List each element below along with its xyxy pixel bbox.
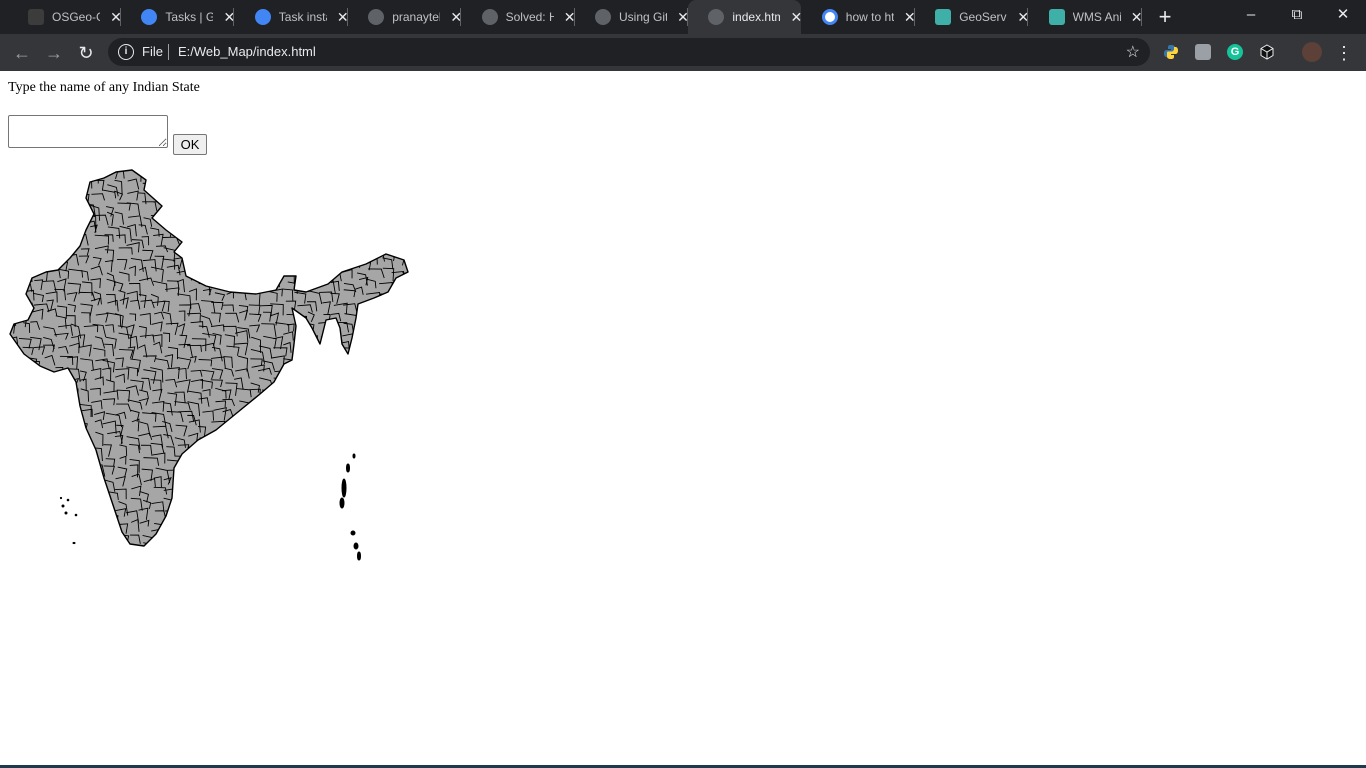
tab-title: pranaytek bbox=[392, 10, 441, 24]
new-tab-button[interactable]: + bbox=[1155, 6, 1175, 28]
island-shape bbox=[346, 463, 350, 473]
github-icon bbox=[481, 9, 498, 25]
gear-icon bbox=[141, 9, 158, 25]
github-icon bbox=[368, 9, 385, 25]
island-shape bbox=[341, 478, 347, 498]
grammarly-extension-icon[interactable]: G bbox=[1227, 44, 1243, 60]
tab-title: OSGeo-G bbox=[52, 10, 100, 24]
osgeo-icon bbox=[28, 9, 44, 25]
browser-tab[interactable]: Tasks | Go✕ bbox=[121, 0, 235, 34]
back-button[interactable]: ← bbox=[10, 41, 34, 65]
profile-avatar[interactable] bbox=[1302, 42, 1322, 62]
geoserver-icon bbox=[935, 9, 952, 25]
browser-tab[interactable]: how to ht ✕ bbox=[802, 0, 916, 34]
forward-button[interactable]: → bbox=[42, 41, 66, 65]
github-icon bbox=[595, 9, 611, 25]
cube-extension-icon[interactable] bbox=[1259, 44, 1275, 60]
browser-tab[interactable]: Task insta✕ bbox=[235, 0, 349, 34]
island-shape bbox=[61, 504, 65, 508]
india-districts-map bbox=[9, 169, 409, 561]
url-text[interactable]: E:/Web_Map/index.html bbox=[178, 44, 316, 59]
browser-tab[interactable]: Solved: H ✕ bbox=[462, 0, 575, 34]
island-shape bbox=[72, 541, 76, 545]
browser-tab[interactable]: OSGeo-G✕ bbox=[8, 0, 122, 34]
menu-kebab-icon[interactable]: ⋮ bbox=[1332, 41, 1356, 65]
todoist-extension-icon[interactable] bbox=[1195, 44, 1211, 60]
ok-button[interactable]: OK bbox=[173, 134, 207, 155]
tab-title: Solved: H bbox=[505, 10, 554, 24]
address-divider bbox=[168, 44, 169, 60]
info-icon[interactable]: i bbox=[118, 44, 134, 60]
tab-title: Task insta bbox=[278, 10, 327, 24]
tab-title: GeoServe bbox=[959, 10, 1007, 24]
tab-close-icon[interactable]: ✕ bbox=[1128, 8, 1146, 26]
island-shape bbox=[352, 453, 356, 459]
tab-title: index.htm bbox=[732, 10, 781, 24]
geoserver-icon bbox=[1048, 9, 1065, 25]
scheme-label: File bbox=[142, 44, 163, 59]
minimize-button[interactable]: – bbox=[1228, 0, 1274, 32]
globe-icon bbox=[708, 9, 725, 25]
island-shape bbox=[66, 498, 70, 502]
island-shape bbox=[59, 496, 63, 500]
tab-title: how to ht bbox=[845, 10, 894, 24]
browser-toolbar: ← → ↻ i File E:/Web_Map/index.html ☆ G ⋮ bbox=[0, 34, 1366, 71]
state-name-input[interactable] bbox=[8, 115, 168, 148]
tab-strip: OSGeo-G✕Tasks | Go✕Task insta✕pranaytek✕… bbox=[0, 0, 1366, 34]
browser-tab[interactable]: GeoServe✕ bbox=[915, 0, 1029, 34]
tab-title: WMS Ani bbox=[1072, 10, 1121, 24]
restore-button[interactable]: ⧉ bbox=[1274, 0, 1320, 32]
bookmark-star-icon[interactable]: ☆ bbox=[1126, 42, 1140, 62]
gear-icon bbox=[254, 9, 271, 25]
browser-tab[interactable]: WMS Ani ✕ bbox=[1029, 0, 1142, 34]
island-shape bbox=[357, 551, 361, 561]
python-extension-icon[interactable] bbox=[1163, 44, 1179, 60]
island-shape bbox=[339, 497, 345, 509]
address-bar[interactable]: i File E:/Web_Map/index.html ☆ bbox=[108, 38, 1150, 66]
browser-tab[interactable]: pranaytek ✕ bbox=[348, 0, 462, 34]
reload-button[interactable]: ↻ bbox=[74, 41, 98, 65]
island-shape bbox=[353, 542, 359, 550]
browser-tab[interactable]: index.htm ✕ bbox=[688, 0, 802, 34]
tab-title: Using Git bbox=[619, 10, 667, 24]
close-window-button[interactable]: ✕ bbox=[1320, 0, 1366, 32]
island-shape bbox=[64, 511, 68, 515]
tab-separator bbox=[1140, 8, 1142, 26]
island-shape bbox=[350, 530, 356, 536]
browser-tab[interactable]: Using Git ✕ bbox=[575, 0, 689, 34]
tab-title: Tasks | Go bbox=[165, 10, 214, 24]
state-prompt-label: Type the name of any Indian State bbox=[8, 80, 200, 95]
island-shape bbox=[74, 513, 78, 517]
google-icon bbox=[821, 9, 838, 25]
